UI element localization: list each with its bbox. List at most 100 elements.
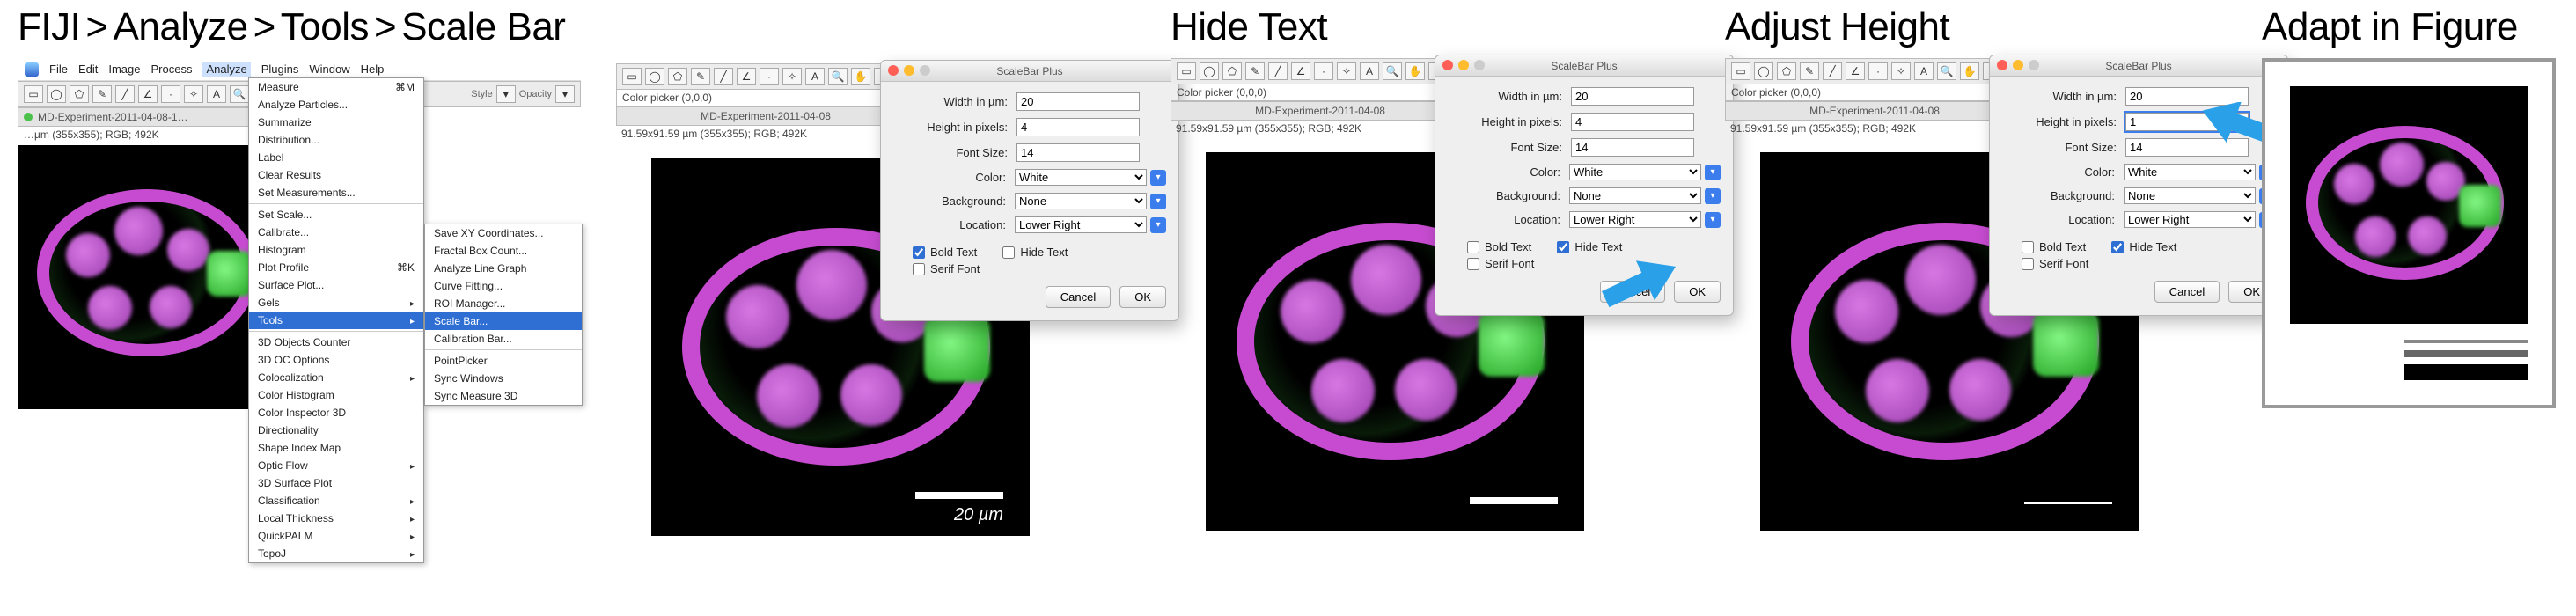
text-tool-icon[interactable]: A <box>1914 62 1934 80</box>
mi-directionality[interactable]: Directionality <box>249 422 423 439</box>
color-select[interactable]: White <box>1569 164 1701 180</box>
menu-image[interactable]: Image <box>108 62 140 76</box>
point-tool-icon[interactable]: · <box>161 85 180 103</box>
zoom-tool-icon[interactable]: 🔍 <box>230 85 249 103</box>
angle-tool-icon[interactable]: ∠ <box>1846 62 1865 80</box>
opacity-dropdown[interactable]: ▾ <box>555 85 575 103</box>
mi-measure[interactable]: Measure⌘M <box>249 78 423 96</box>
serif-check[interactable]: Serif Font <box>1467 257 1534 270</box>
hand-tool-icon[interactable]: ✋ <box>1405 62 1425 80</box>
wand-tool-icon[interactable]: ✧ <box>1891 62 1911 80</box>
mi-classification[interactable]: Classification <box>249 492 423 510</box>
free-tool-icon[interactable]: ✎ <box>1245 62 1265 80</box>
height-field[interactable] <box>1571 113 1694 131</box>
wand-tool-icon[interactable]: ✧ <box>1337 62 1356 80</box>
point-tool-icon[interactable]: · <box>1868 62 1888 80</box>
line-tool-icon[interactable]: ╱ <box>115 85 135 103</box>
poly-tool-icon[interactable]: ⬠ <box>668 68 687 85</box>
angle-tool-icon[interactable]: ∠ <box>1291 62 1310 80</box>
minimize-icon[interactable] <box>2013 60 2023 70</box>
menu-window[interactable]: Window <box>309 62 349 76</box>
ok-button[interactable]: OK <box>1674 281 1721 303</box>
chevron-down-icon[interactable]: ▾ <box>1705 188 1721 204</box>
menu-process[interactable]: Process <box>151 62 193 76</box>
font-field[interactable] <box>1016 143 1140 162</box>
width-field[interactable] <box>1016 92 1140 111</box>
zoom-icon[interactable] <box>2029 60 2039 70</box>
text-tool-icon[interactable]: A <box>1360 62 1379 80</box>
oval-tool-icon[interactable]: ◯ <box>47 85 66 103</box>
mi-gels[interactable]: Gels <box>249 294 423 312</box>
bg-select[interactable]: None <box>1015 193 1147 209</box>
point-tool-icon[interactable]: · <box>760 68 779 85</box>
hide-check[interactable]: Hide Text <box>1557 240 1622 253</box>
color-select[interactable]: White <box>2124 164 2256 180</box>
rect-tool-icon[interactable]: ▭ <box>622 68 642 85</box>
bg-select[interactable]: None <box>2124 187 2256 204</box>
rect-tool-icon[interactable]: ▭ <box>1177 62 1196 80</box>
mi-calibrate[interactable]: Calibrate... <box>249 224 423 241</box>
mi-save-xy[interactable]: Save XY Coordinates... <box>425 224 582 242</box>
serif-check[interactable]: Serif Font <box>2022 257 2088 270</box>
menu-file[interactable]: File <box>49 62 68 76</box>
mi-set-scale[interactable]: Set Scale... <box>249 206 423 224</box>
menu-analyze[interactable]: Analyze <box>202 62 250 77</box>
mi-sync-windows[interactable]: Sync Windows <box>425 370 582 387</box>
mi-3d-oc-options[interactable]: 3D OC Options <box>249 351 423 369</box>
angle-tool-icon[interactable]: ∠ <box>138 85 158 103</box>
zoom-icon[interactable] <box>920 65 930 76</box>
style-dropdown[interactable]: ▾ <box>496 85 516 103</box>
loc-select[interactable]: Lower Right <box>1569 211 1701 228</box>
bg-select[interactable]: None <box>1569 187 1701 204</box>
poly-tool-icon[interactable]: ⬠ <box>1777 62 1796 80</box>
line-tool-icon[interactable]: ╱ <box>1268 62 1288 80</box>
rect-tool-icon[interactable]: ▭ <box>24 85 43 103</box>
color-select[interactable]: White <box>1015 169 1147 186</box>
chevron-down-icon[interactable]: ▾ <box>1150 170 1166 186</box>
cancel-button[interactable]: Cancel <box>1046 286 1111 308</box>
close-icon[interactable] <box>888 65 899 76</box>
zoom-tool-icon[interactable]: 🔍 <box>1937 62 1956 80</box>
oval-tool-icon[interactable]: ◯ <box>1754 62 1773 80</box>
mi-summarize[interactable]: Summarize <box>249 114 423 131</box>
cancel-button[interactable]: Cancel <box>2154 281 2220 303</box>
minimize-icon[interactable] <box>904 65 914 76</box>
mi-calibration-bar[interactable]: Calibration Bar... <box>425 330 582 348</box>
point-tool-icon[interactable]: · <box>1314 62 1333 80</box>
mi-histogram[interactable]: Histogram <box>249 241 423 259</box>
loc-select[interactable]: Lower Right <box>2124 211 2256 228</box>
menu-plugins[interactable]: Plugins <box>261 62 299 76</box>
close-icon[interactable] <box>1442 60 1453 70</box>
mi-analyze-line-graph[interactable]: Analyze Line Graph <box>425 260 582 277</box>
poly-tool-icon[interactable]: ⬠ <box>1222 62 1242 80</box>
mi-surface-plot[interactable]: Surface Plot... <box>249 276 423 294</box>
mi-colocalization[interactable]: Colocalization <box>249 369 423 386</box>
poly-tool-icon[interactable]: ⬠ <box>70 85 89 103</box>
wand-tool-icon[interactable]: ✧ <box>782 68 802 85</box>
analyze-menu[interactable]: Measure⌘M Analyze Particles... Summarize… <box>248 77 424 563</box>
mi-local-thickness[interactable]: Local Thickness <box>249 510 423 527</box>
mi-fractal-box[interactable]: Fractal Box Count... <box>425 242 582 260</box>
mi-distribution[interactable]: Distribution... <box>249 131 423 149</box>
mi-tools[interactable]: Tools <box>249 312 423 329</box>
mi-set-measurements[interactable]: Set Measurements... <box>249 184 423 202</box>
bold-check[interactable]: Bold Text <box>2022 240 2088 253</box>
close-icon[interactable] <box>1997 60 2007 70</box>
mi-curve-fitting[interactable]: Curve Fitting... <box>425 277 582 295</box>
mi-color-histogram[interactable]: Color Histogram <box>249 386 423 404</box>
tools-submenu[interactable]: Save XY Coordinates... Fractal Box Count… <box>424 224 583 406</box>
chevron-down-icon[interactable]: ▾ <box>1705 212 1721 228</box>
mi-clear-results[interactable]: Clear Results <box>249 166 423 184</box>
chevron-down-icon[interactable]: ▾ <box>1150 194 1166 209</box>
wand-tool-icon[interactable]: ✧ <box>184 85 203 103</box>
chevron-down-icon[interactable]: ▾ <box>1150 217 1166 233</box>
menu-help[interactable]: Help <box>361 62 385 76</box>
mi-optic-flow[interactable]: Optic Flow <box>249 457 423 474</box>
font-field[interactable] <box>1571 138 1694 157</box>
mi-sync-measure-3d[interactable]: Sync Measure 3D <box>425 387 582 405</box>
serif-check[interactable]: Serif Font <box>913 262 980 275</box>
chevron-down-icon[interactable]: ▾ <box>1705 165 1721 180</box>
mi-analyze-particles[interactable]: Analyze Particles... <box>249 96 423 114</box>
free-tool-icon[interactable]: ✎ <box>1800 62 1819 80</box>
mi-pointpicker[interactable]: PointPicker <box>425 352 582 370</box>
